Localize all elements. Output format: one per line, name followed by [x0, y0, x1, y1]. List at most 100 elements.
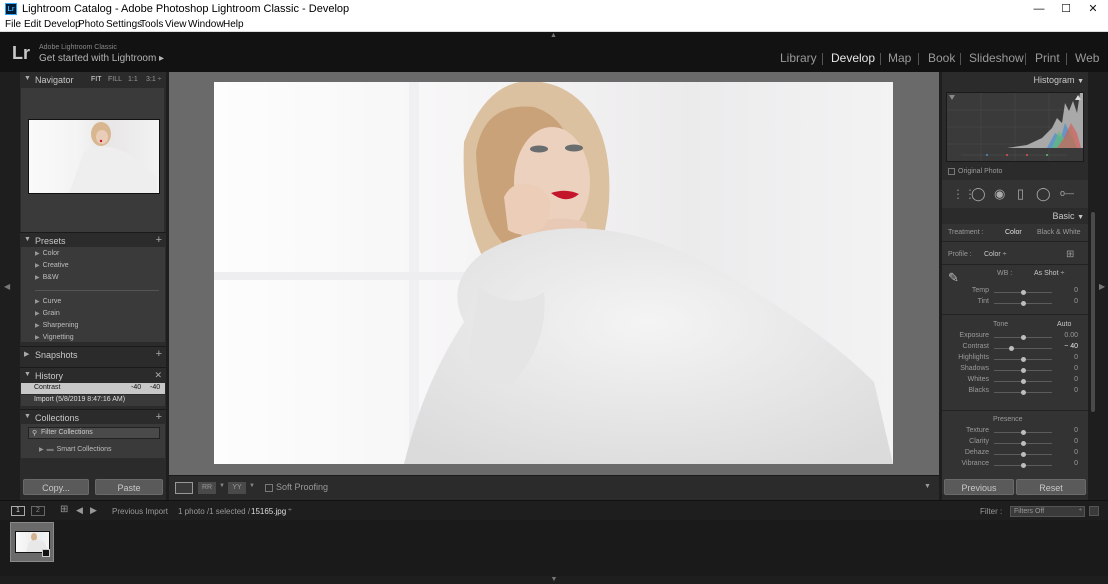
slider-knob[interactable]	[1021, 452, 1026, 457]
slider-knob[interactable]	[1021, 463, 1026, 468]
slider-track[interactable]	[994, 290, 1052, 295]
slider-value[interactable]: 0	[1058, 438, 1078, 445]
slider-value[interactable]: 0.00	[1058, 332, 1078, 339]
treatment-color-option[interactable]: Color	[1005, 229, 1022, 236]
preset-folder-grain[interactable]: ▶ Grain	[35, 310, 60, 317]
menu-photo[interactable]: Photo	[78, 19, 104, 30]
collapse-bottom-arrow-icon[interactable]: ▼	[0, 576, 1108, 584]
module-library[interactable]: Library	[780, 51, 817, 65]
slider-value[interactable]: 0	[1058, 365, 1078, 372]
previous-button[interactable]: Previous	[944, 479, 1014, 495]
slider-knob[interactable]	[1021, 430, 1026, 435]
snapshots-header[interactable]: ▶ Snapshots +	[20, 346, 166, 362]
maximize-button[interactable]: ☐	[1051, 0, 1081, 18]
module-print[interactable]: Print	[1035, 51, 1060, 65]
treatment-bw-option[interactable]: Black & White	[1037, 229, 1081, 236]
slider-track[interactable]	[994, 379, 1052, 384]
grid-view-icon[interactable]: ⊞	[60, 504, 68, 515]
main-window-button[interactable]: 1	[11, 506, 25, 516]
slider-value[interactable]: 0	[1058, 449, 1078, 456]
slider-value[interactable]: 0	[1058, 298, 1078, 305]
collapse-left-arrow-icon[interactable]: ◀	[4, 282, 10, 291]
module-web[interactable]: Web	[1075, 51, 1099, 65]
nav-option-1-1[interactable]: 1:1	[128, 76, 138, 83]
profile-browser-grid-icon[interactable]: ⊞	[1066, 249, 1074, 260]
slider-knob[interactable]	[1009, 346, 1015, 351]
history-header[interactable]: ▼ History ✕	[20, 367, 166, 383]
history-item-contrast[interactable]: Contrast -40 -40	[21, 383, 165, 394]
basic-header[interactable]: Basic ▼	[1053, 211, 1084, 221]
navigator-thumbnail[interactable]	[28, 119, 160, 194]
preset-folder-bw[interactable]: ▶ B&W	[35, 274, 59, 281]
slider-knob[interactable]	[1021, 290, 1026, 295]
white-balance-eyedropper-icon[interactable]: ✎	[948, 270, 959, 286]
red-eye-icon[interactable]: ◉	[994, 186, 1005, 202]
slider-value[interactable]: − 40	[1058, 343, 1078, 350]
slider-knob[interactable]	[1021, 379, 1026, 384]
secondary-window-button[interactable]: 2	[31, 506, 45, 516]
filmstrip-thumbnail[interactable]	[10, 522, 54, 562]
right-panel-scrollbar[interactable]	[1089, 72, 1097, 477]
preset-folder-vignetting[interactable]: ▶ Vignetting	[35, 334, 74, 341]
preset-folder-creative[interactable]: ▶ Creative	[35, 262, 69, 269]
preset-folder-color[interactable]: ▶ Color	[35, 250, 59, 257]
profile-dropdown[interactable]: Color ÷	[984, 251, 1007, 258]
slider-track[interactable]	[994, 301, 1052, 306]
module-develop[interactable]: Develop	[831, 51, 875, 65]
slider-value[interactable]: 0	[1058, 376, 1078, 383]
before-after-lr-icon[interactable]: RR	[198, 482, 216, 494]
history-item-import[interactable]: Import (5/8/2019 8:47:16 AM)	[21, 395, 165, 406]
collapse-right-arrow-icon[interactable]: ▶	[1099, 282, 1105, 291]
clear-history-icon[interactable]: ✕	[154, 370, 162, 381]
menu-develop[interactable]: Develop	[44, 19, 81, 30]
slider-knob[interactable]	[1021, 301, 1026, 306]
add-preset-icon[interactable]: +	[156, 234, 162, 246]
collections-header[interactable]: ▼ Collections +	[20, 409, 166, 425]
source-previous-import[interactable]: Previous Import	[112, 507, 168, 516]
current-file-name[interactable]: 15165.jpg	[251, 507, 286, 516]
wb-dropdown[interactable]: As Shot ÷	[1034, 270, 1064, 277]
preset-folder-curve[interactable]: ▶ Curve	[35, 298, 61, 305]
toolbar-menu-dropdown-icon[interactable]: ▼	[924, 483, 931, 490]
forward-arrow-icon[interactable]: ▶	[90, 505, 97, 516]
nav-option-fill[interactable]: FILL	[108, 76, 122, 83]
add-collection-icon[interactable]: +	[156, 411, 162, 423]
nav-option-fit[interactable]: FIT	[91, 76, 102, 83]
filter-dropdown[interactable]: Filters Off ÷	[1010, 506, 1085, 517]
menu-window[interactable]: Window	[188, 19, 224, 30]
slider-knob[interactable]	[1021, 441, 1026, 446]
slider-value[interactable]: 0	[1058, 387, 1078, 394]
soft-proofing-checkbox[interactable]	[265, 484, 273, 492]
slider-track[interactable]	[994, 390, 1052, 395]
histogram-header[interactable]: Histogram ▼	[1034, 75, 1084, 85]
slider-value[interactable]: 0	[1058, 287, 1078, 294]
slider-track[interactable]	[994, 368, 1052, 373]
menu-edit[interactable]: Edit	[24, 19, 41, 30]
loupe-view-icon[interactable]	[175, 482, 193, 494]
slider-value[interactable]: 0	[1058, 354, 1078, 361]
minimize-button[interactable]: —	[1024, 0, 1054, 18]
menu-help[interactable]: Help	[223, 19, 244, 30]
collapse-top-arrow-icon[interactable]: ▲	[550, 32, 557, 39]
slider-value[interactable]: 0	[1058, 460, 1078, 467]
slider-value[interactable]: 0	[1058, 427, 1078, 434]
before-after-tb-icon[interactable]: YY	[228, 482, 246, 494]
slider-knob[interactable]	[1021, 390, 1026, 395]
module-map[interactable]: Map	[888, 51, 911, 65]
before-after-dropdown-icon[interactable]: ▼	[219, 483, 225, 489]
slider-track[interactable]	[994, 430, 1052, 435]
slider-track[interactable]	[994, 346, 1052, 351]
slider-track[interactable]	[994, 357, 1052, 362]
before-after-swap-dropdown-icon[interactable]: ▼	[249, 483, 255, 489]
nav-option-3-1[interactable]: 3:1 ÷	[146, 76, 162, 83]
copy-button[interactable]: Copy...	[23, 479, 89, 495]
slider-track[interactable]	[994, 441, 1052, 446]
paste-button[interactable]: Paste	[95, 479, 163, 495]
navigator-header[interactable]: ▼ Navigator FIT FILL 1:1 3:1 ÷	[20, 72, 166, 88]
slider-track[interactable]	[994, 463, 1052, 468]
radial-filter-icon[interactable]: ◯	[1036, 186, 1051, 202]
slider-knob[interactable]	[1021, 335, 1026, 340]
filter-lock-icon[interactable]	[1089, 506, 1099, 516]
main-photo[interactable]	[214, 82, 893, 464]
module-book[interactable]: Book	[928, 51, 955, 65]
